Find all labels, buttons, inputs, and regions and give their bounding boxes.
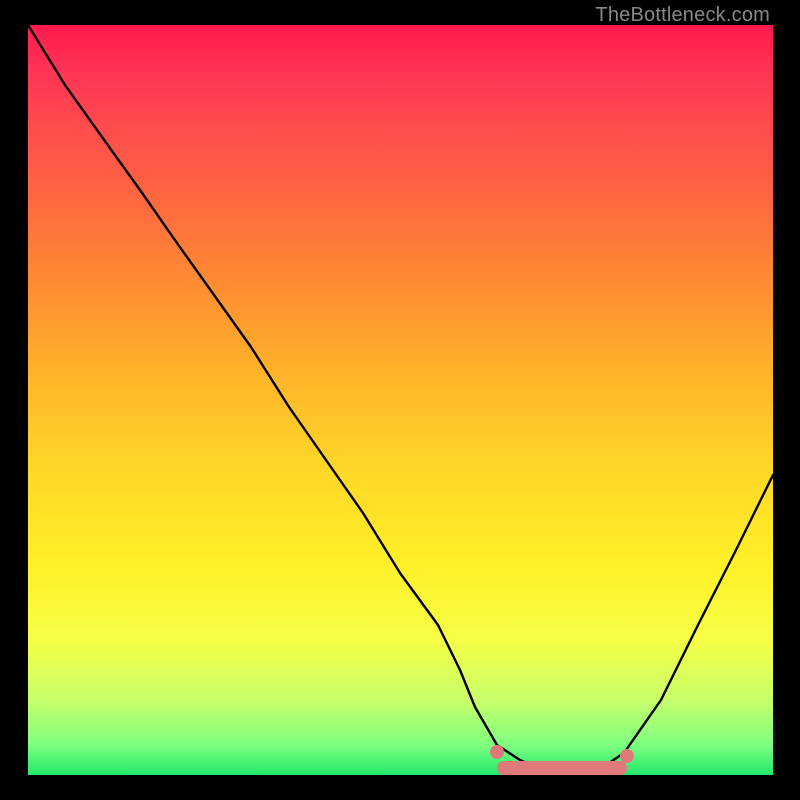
chart-canvas: TheBottleneck.com <box>0 0 800 800</box>
plot-area <box>28 25 773 775</box>
optimal-range-band <box>497 761 627 775</box>
optimal-range-right-dot <box>620 749 634 763</box>
bottleneck-curve <box>28 25 773 773</box>
curve-svg <box>28 25 773 775</box>
optimal-range-left-dot <box>490 745 504 759</box>
watermark-label: TheBottleneck.com <box>595 4 770 27</box>
